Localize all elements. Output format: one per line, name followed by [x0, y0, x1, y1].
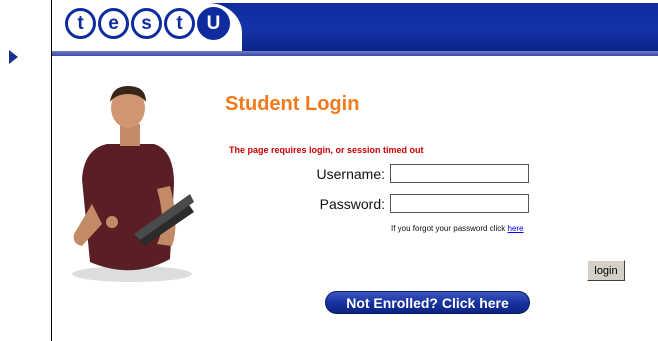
play-arrow-icon — [9, 50, 18, 64]
not-enrolled-button[interactable]: Not Enrolled? Click here — [325, 291, 530, 314]
header-banner: t e s t U — [52, 3, 658, 56]
forgot-password-link[interactable]: here — [508, 224, 524, 233]
username-label: Username: — [316, 166, 385, 182]
testu-logo: t e s t U — [65, 7, 230, 40]
main-frame: t e s t U Student Login The page require… — [51, 0, 658, 341]
login-button[interactable]: login — [587, 260, 625, 281]
logo-letter: e — [98, 8, 129, 39]
forgot-password-text: If you forgot your password click here — [391, 224, 524, 233]
student-photo — [72, 86, 194, 282]
password-input[interactable] — [390, 194, 529, 213]
logo-letter: t — [65, 8, 96, 39]
password-label: Password: — [319, 196, 385, 212]
logo-letter: U — [197, 7, 230, 40]
logo-letter: t — [164, 8, 195, 39]
username-input[interactable] — [390, 164, 529, 183]
forgot-password-prefix: If you forgot your password click — [391, 224, 506, 233]
error-message: The page requires login, or session time… — [229, 145, 424, 155]
page-title: Student Login — [225, 93, 360, 115]
logo-letter: s — [131, 8, 162, 39]
